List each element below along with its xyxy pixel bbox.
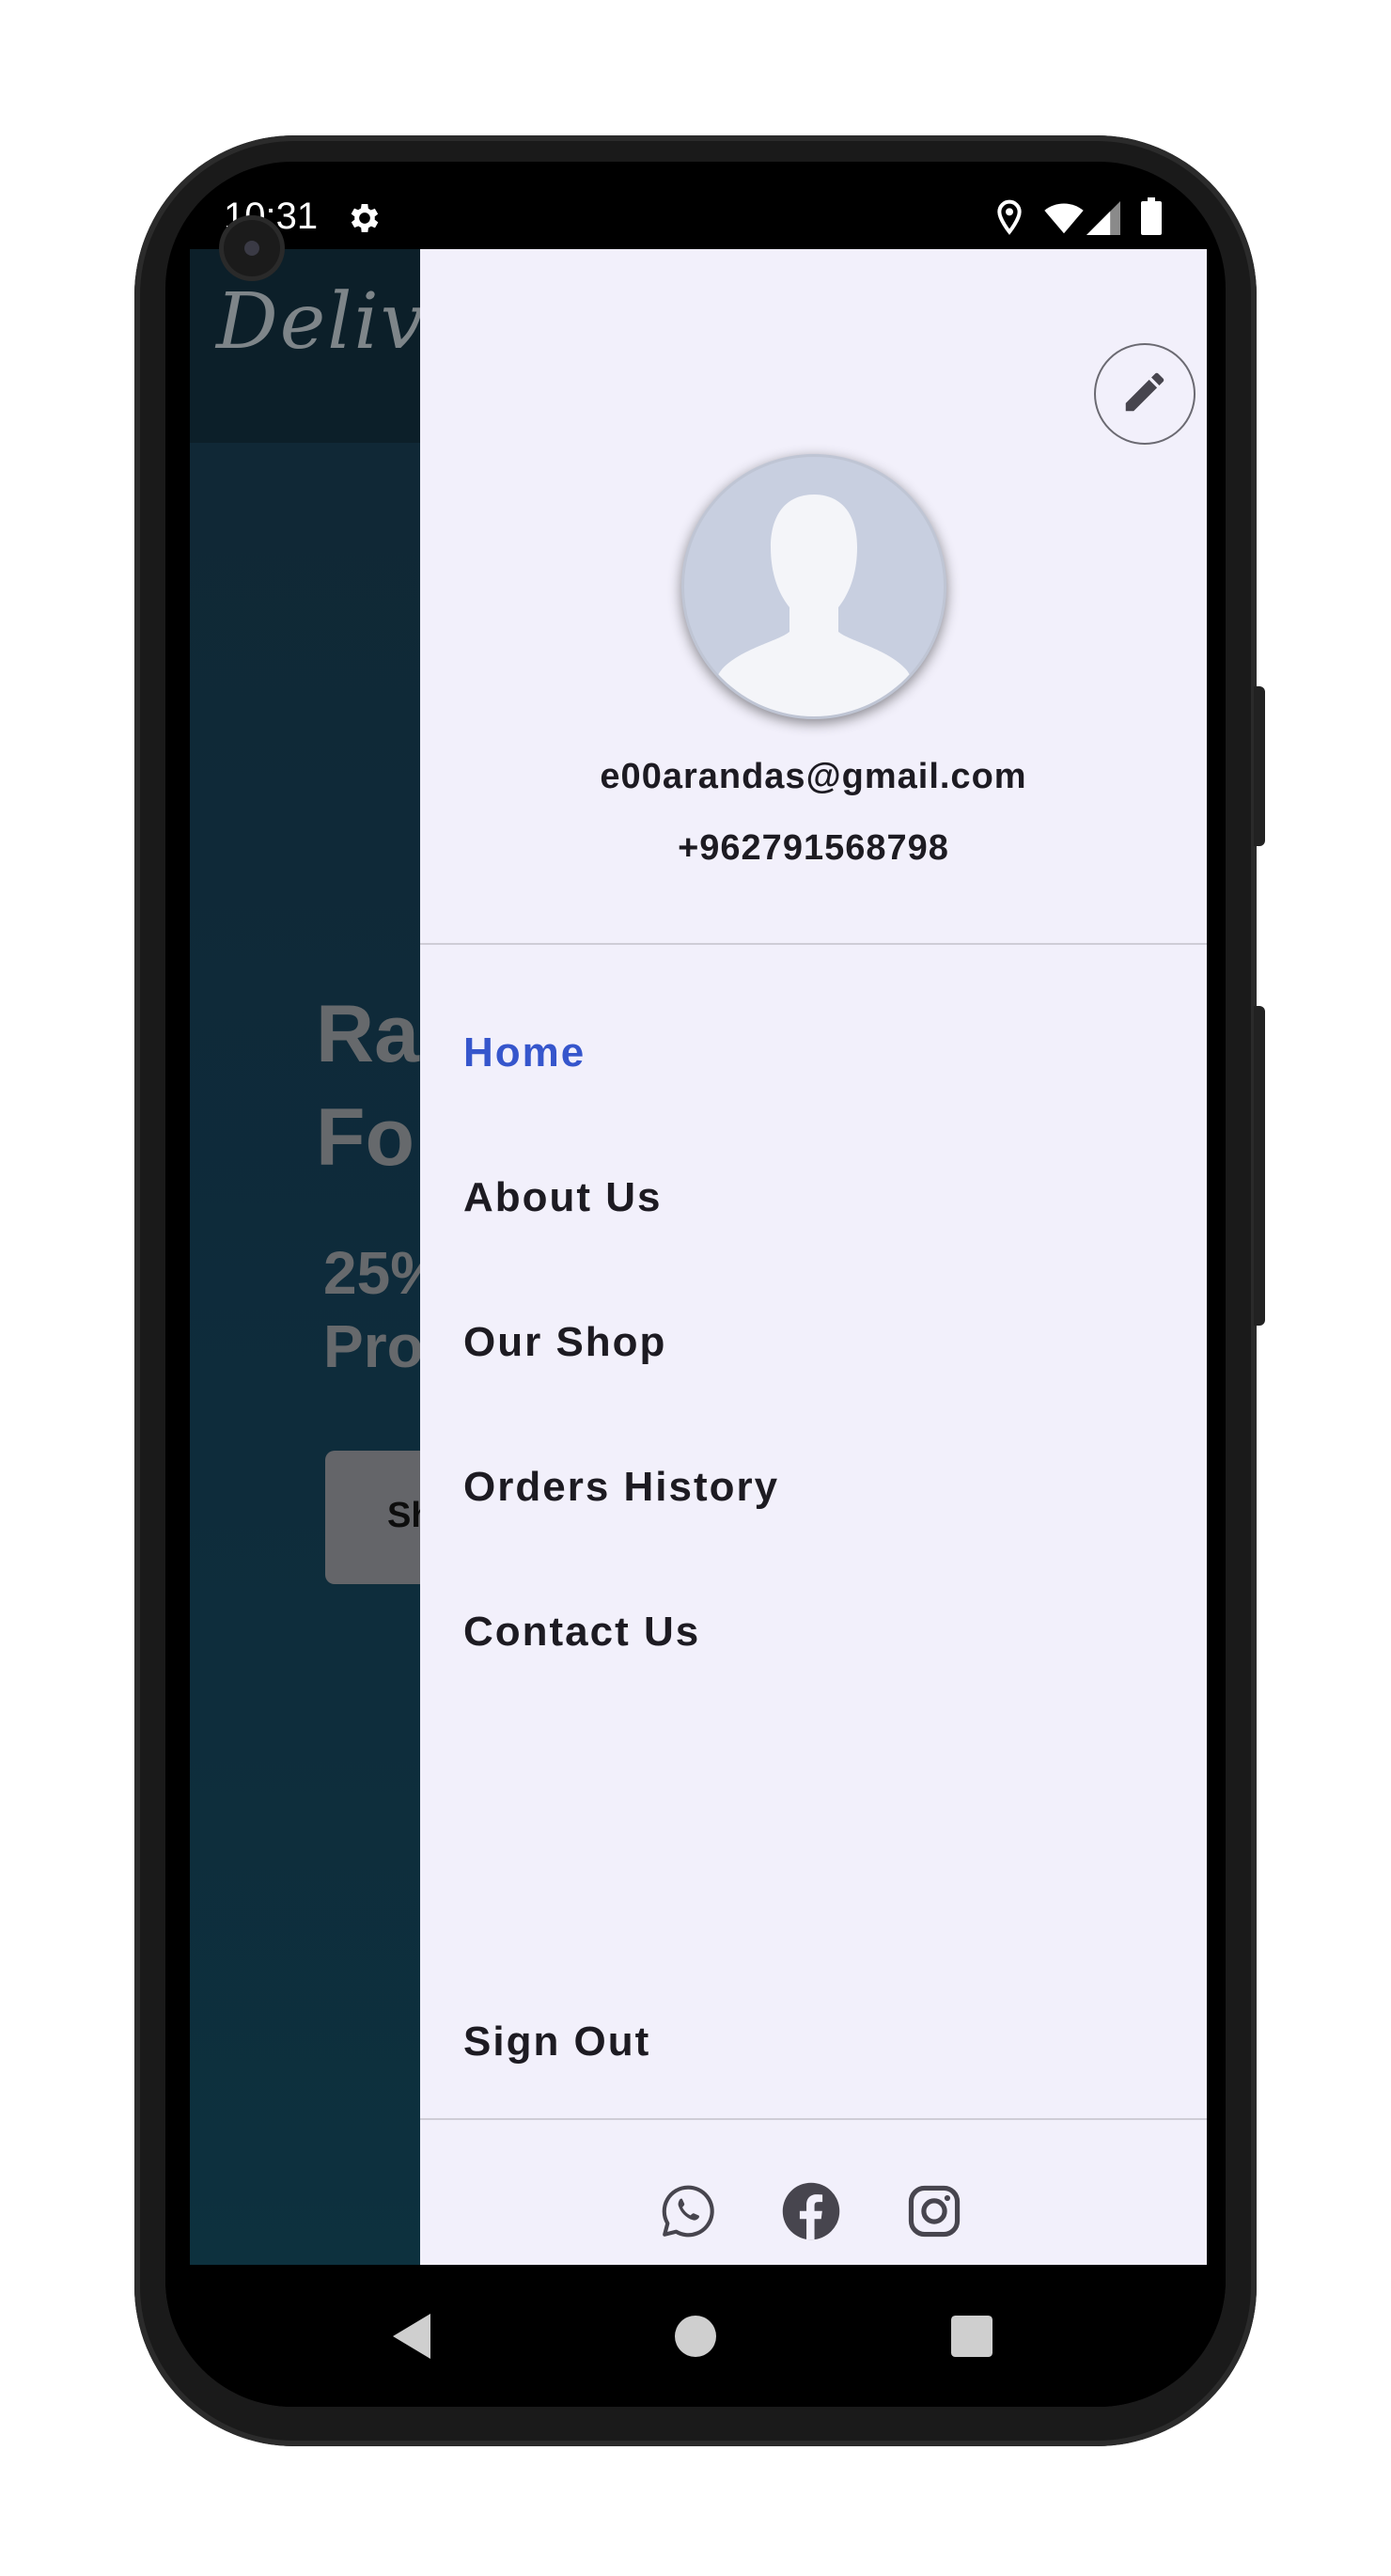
menu-item-home[interactable]: Home [463, 1029, 586, 1076]
phone-screen: Delive Ra Fo 25% Pro Sh e00arandas@gmail… [165, 162, 1226, 2407]
menu-item-our-shop[interactable]: Our Shop [463, 1319, 666, 1366]
system-nav-bar [165, 2265, 1226, 2407]
volume-button [1254, 686, 1265, 846]
menu-item-about-us[interactable]: About Us [463, 1174, 663, 1221]
user-phone: +962791568798 [678, 828, 949, 868]
whatsapp-icon[interactable] [657, 2180, 719, 2242]
pencil-icon [1119, 367, 1170, 421]
navigation-drawer: e00arandas@gmail.com +962791568798 Home … [420, 249, 1207, 2265]
instagram-icon[interactable] [903, 2180, 965, 2242]
signal-icon [1086, 201, 1120, 239]
front-camera [224, 220, 280, 276]
app-area: Delive Ra Fo 25% Pro Sh e00arandas@gmail… [190, 249, 1207, 2265]
person-silhouette-icon [684, 495, 944, 716]
header-divider [420, 943, 1207, 945]
menu-item-orders-history[interactable]: Orders History [463, 1464, 779, 1511]
location-icon [994, 199, 1024, 241]
user-email: e00arandas@gmail.com [600, 757, 1027, 796]
gear-icon [346, 199, 383, 241]
edit-profile-button[interactable] [1094, 343, 1196, 445]
facebook-icon[interactable] [780, 2180, 842, 2242]
status-bar: 10:31 [165, 162, 1226, 276]
back-icon[interactable] [389, 2312, 434, 2364]
recents-icon[interactable] [951, 2316, 992, 2361]
sign-out-button[interactable]: Sign Out [463, 2018, 650, 2066]
wifi-icon [1043, 201, 1085, 239]
menu-item-contact-us[interactable]: Contact Us [463, 1609, 700, 1656]
battery-icon [1141, 197, 1162, 239]
avatar[interactable] [681, 454, 946, 719]
footer-divider [420, 2118, 1207, 2120]
power-button [1254, 1006, 1265, 1326]
home-icon[interactable] [675, 2316, 716, 2361]
